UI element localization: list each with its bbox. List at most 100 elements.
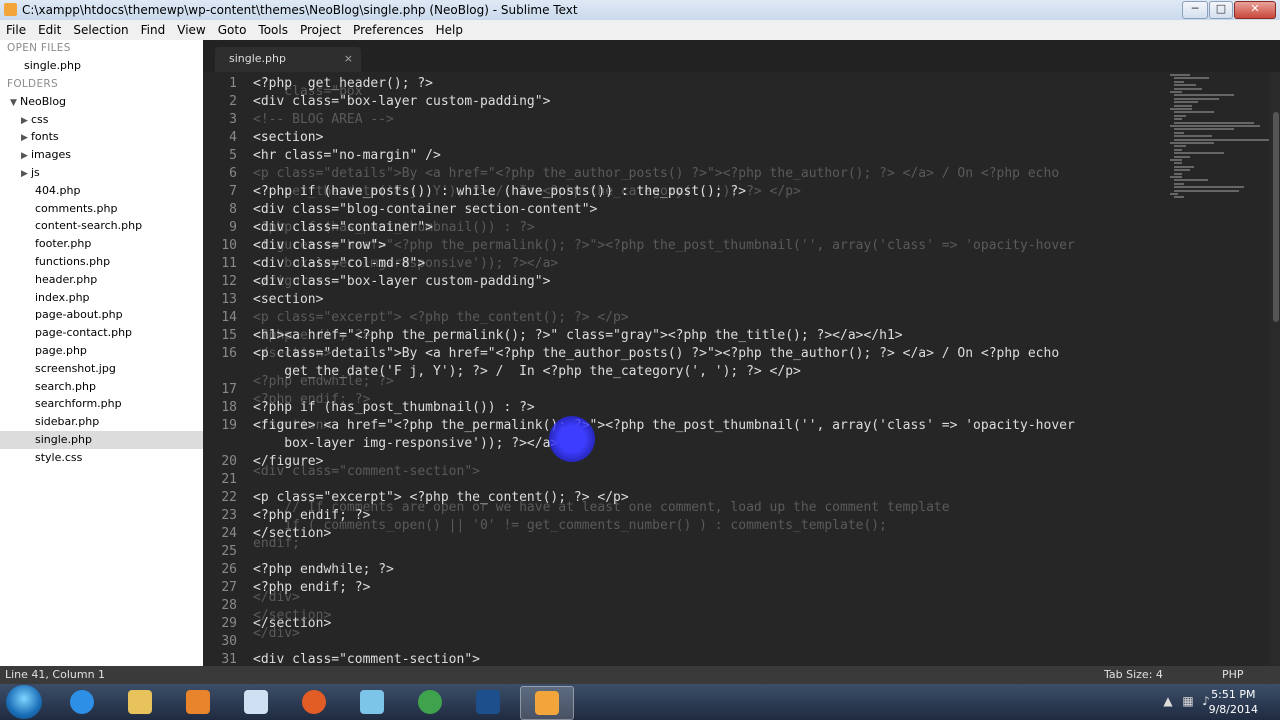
taskbar-paint[interactable] bbox=[346, 686, 398, 718]
file-item[interactable]: page.php bbox=[0, 342, 203, 360]
minimap-line bbox=[1174, 155, 1190, 158]
syntax-indicator[interactable]: PHP bbox=[1222, 666, 1244, 684]
taskbar-firefox[interactable] bbox=[288, 686, 340, 718]
code-line: <?php endif; ?> bbox=[253, 508, 371, 523]
tab-single-php[interactable]: single.php × bbox=[215, 47, 361, 72]
tray-arrow-icon[interactable]: ▲ bbox=[1160, 694, 1176, 710]
media-player-icon bbox=[186, 690, 210, 714]
taskbar-file-explorer[interactable] bbox=[114, 686, 166, 718]
close-button[interactable]: ✕ bbox=[1234, 1, 1276, 19]
folder-root[interactable]: ▼ NeoBlog bbox=[0, 93, 203, 111]
line-number: 4 bbox=[229, 130, 237, 145]
code-line: <?php if (have_posts()) : while (have_po… bbox=[253, 184, 747, 199]
window-titlebar[interactable]: C:\xampp\htdocs\themewp\wp-content\theme… bbox=[0, 0, 1280, 20]
file-item[interactable]: content-search.php bbox=[0, 217, 203, 235]
line-number: 8 bbox=[229, 202, 237, 217]
line-number: 16 bbox=[221, 346, 237, 361]
minimap-line bbox=[1174, 189, 1239, 192]
minimap-line bbox=[1174, 135, 1212, 138]
sidebar: OPEN FILES single.php FOLDERS ▼ NeoBlog ▶… bbox=[0, 40, 203, 666]
file-item[interactable]: screenshot.jpg bbox=[0, 360, 203, 378]
folder-images[interactable]: ▶ images bbox=[0, 146, 203, 164]
code-line: </section> bbox=[253, 526, 332, 541]
menu-find[interactable]: Find bbox=[135, 20, 172, 40]
minimap-line bbox=[1174, 148, 1182, 151]
taskbar-internet-explorer[interactable] bbox=[56, 686, 108, 718]
code-line: <div class="comment-section"> bbox=[253, 652, 480, 666]
menu-view[interactable]: View bbox=[171, 20, 211, 40]
line-number: 30 bbox=[221, 634, 237, 649]
scrollbar-thumb[interactable] bbox=[1273, 112, 1279, 322]
tab-size-indicator[interactable]: Tab Size: 4 bbox=[1104, 666, 1163, 684]
file-explorer-icon bbox=[128, 690, 152, 714]
file-item[interactable]: page-about.php bbox=[0, 306, 203, 324]
taskbar-photoshop[interactable] bbox=[462, 686, 514, 718]
cursor-position: Line 41, Column 1 bbox=[5, 668, 106, 681]
file-item[interactable]: sidebar.php bbox=[0, 413, 203, 431]
line-number: 3 bbox=[229, 112, 237, 127]
taskbar-chrome[interactable] bbox=[404, 686, 456, 718]
open-file-item[interactable]: single.php bbox=[0, 57, 203, 75]
file-item[interactable]: 404.php bbox=[0, 182, 203, 200]
code-line: <section> bbox=[253, 130, 324, 145]
line-number: 6 bbox=[229, 166, 237, 181]
minimap-line bbox=[1174, 169, 1190, 172]
minimap-line bbox=[1174, 84, 1196, 87]
menu-goto[interactable]: Goto bbox=[212, 20, 253, 40]
network-icon[interactable]: ▦ bbox=[1180, 694, 1196, 710]
line-number: 12 bbox=[221, 274, 237, 289]
minimap[interactable] bbox=[1168, 72, 1269, 212]
minimap-line bbox=[1174, 186, 1244, 189]
line-number-gutter: 1 2 3 4 5 6 7 8 9 10 11 12 13 14 15 16 17 18 19 20 21 22 23 24 2… bbox=[203, 72, 248, 666]
menu-selection[interactable]: Selection bbox=[67, 20, 134, 40]
line-number: 21 bbox=[221, 472, 237, 487]
menu-help[interactable]: Help bbox=[430, 20, 469, 40]
minimap-line bbox=[1174, 131, 1184, 134]
minimap-line bbox=[1170, 125, 1260, 127]
sublime-app-icon bbox=[4, 3, 17, 16]
tab-close-icon[interactable]: × bbox=[344, 47, 353, 71]
file-item[interactable]: page-contact.php bbox=[0, 324, 203, 342]
open-files-list: single.php bbox=[0, 57, 203, 75]
window-title: C:\xampp\htdocs\themewp\wp-content\theme… bbox=[22, 3, 578, 17]
folder-css[interactable]: ▶ css bbox=[0, 111, 203, 129]
maximize-button[interactable]: □ bbox=[1209, 1, 1233, 19]
vertical-scrollbar[interactable] bbox=[1270, 72, 1280, 666]
folder-fonts[interactable]: ▶ fonts bbox=[0, 128, 203, 146]
taskbar-media-player[interactable] bbox=[172, 686, 224, 718]
status-bar: Line 41, Column 1 Tab Size: 4 PHP bbox=[0, 666, 1280, 684]
file-item[interactable]: comments.php bbox=[0, 200, 203, 218]
code-line: <?php get_header(); ?> bbox=[253, 76, 434, 91]
minimap-line bbox=[1174, 152, 1224, 155]
file-item[interactable]: header.php bbox=[0, 271, 203, 289]
firefox-icon bbox=[302, 690, 326, 714]
file-item[interactable]: footer.php bbox=[0, 235, 203, 253]
file-item[interactable]: functions.php bbox=[0, 253, 203, 271]
line-number: 29 bbox=[221, 616, 237, 631]
menu-edit[interactable]: Edit bbox=[32, 20, 67, 40]
minimap-line bbox=[1174, 87, 1202, 90]
menu-project[interactable]: Project bbox=[294, 20, 347, 40]
minimap-line bbox=[1174, 162, 1182, 165]
minimap-line bbox=[1174, 118, 1182, 121]
code-line: </figure> bbox=[253, 454, 324, 469]
file-item[interactable]: search.php bbox=[0, 378, 203, 396]
minimap-line bbox=[1174, 80, 1184, 83]
file-item[interactable]: index.php bbox=[0, 289, 203, 307]
file-item[interactable]: style.css bbox=[0, 449, 203, 467]
menu-preferences[interactable]: Preferences bbox=[347, 20, 430, 40]
line-number: 2 bbox=[229, 94, 237, 109]
code-editor[interactable]: class="box <!-- BLOG AREA --> <section> <p … bbox=[203, 72, 1280, 666]
menu-tools[interactable]: Tools bbox=[252, 20, 294, 40]
file-item[interactable]: single.php bbox=[0, 430, 203, 449]
minimize-button[interactable]: ─ bbox=[1182, 1, 1208, 19]
taskbar-notepad[interactable] bbox=[230, 686, 282, 718]
taskbar-sublime-text[interactable] bbox=[520, 686, 574, 720]
minimap-line bbox=[1174, 165, 1194, 168]
taskbar-clock[interactable]: 5:51 PM 9/8/2014 bbox=[1209, 687, 1258, 717]
clock-date: 9/8/2014 bbox=[1208, 703, 1258, 716]
start-button[interactable] bbox=[6, 685, 42, 719]
folder-js[interactable]: ▶ js bbox=[0, 164, 203, 182]
menu-file[interactable]: File bbox=[0, 20, 32, 40]
file-item[interactable]: searchform.php bbox=[0, 395, 203, 413]
